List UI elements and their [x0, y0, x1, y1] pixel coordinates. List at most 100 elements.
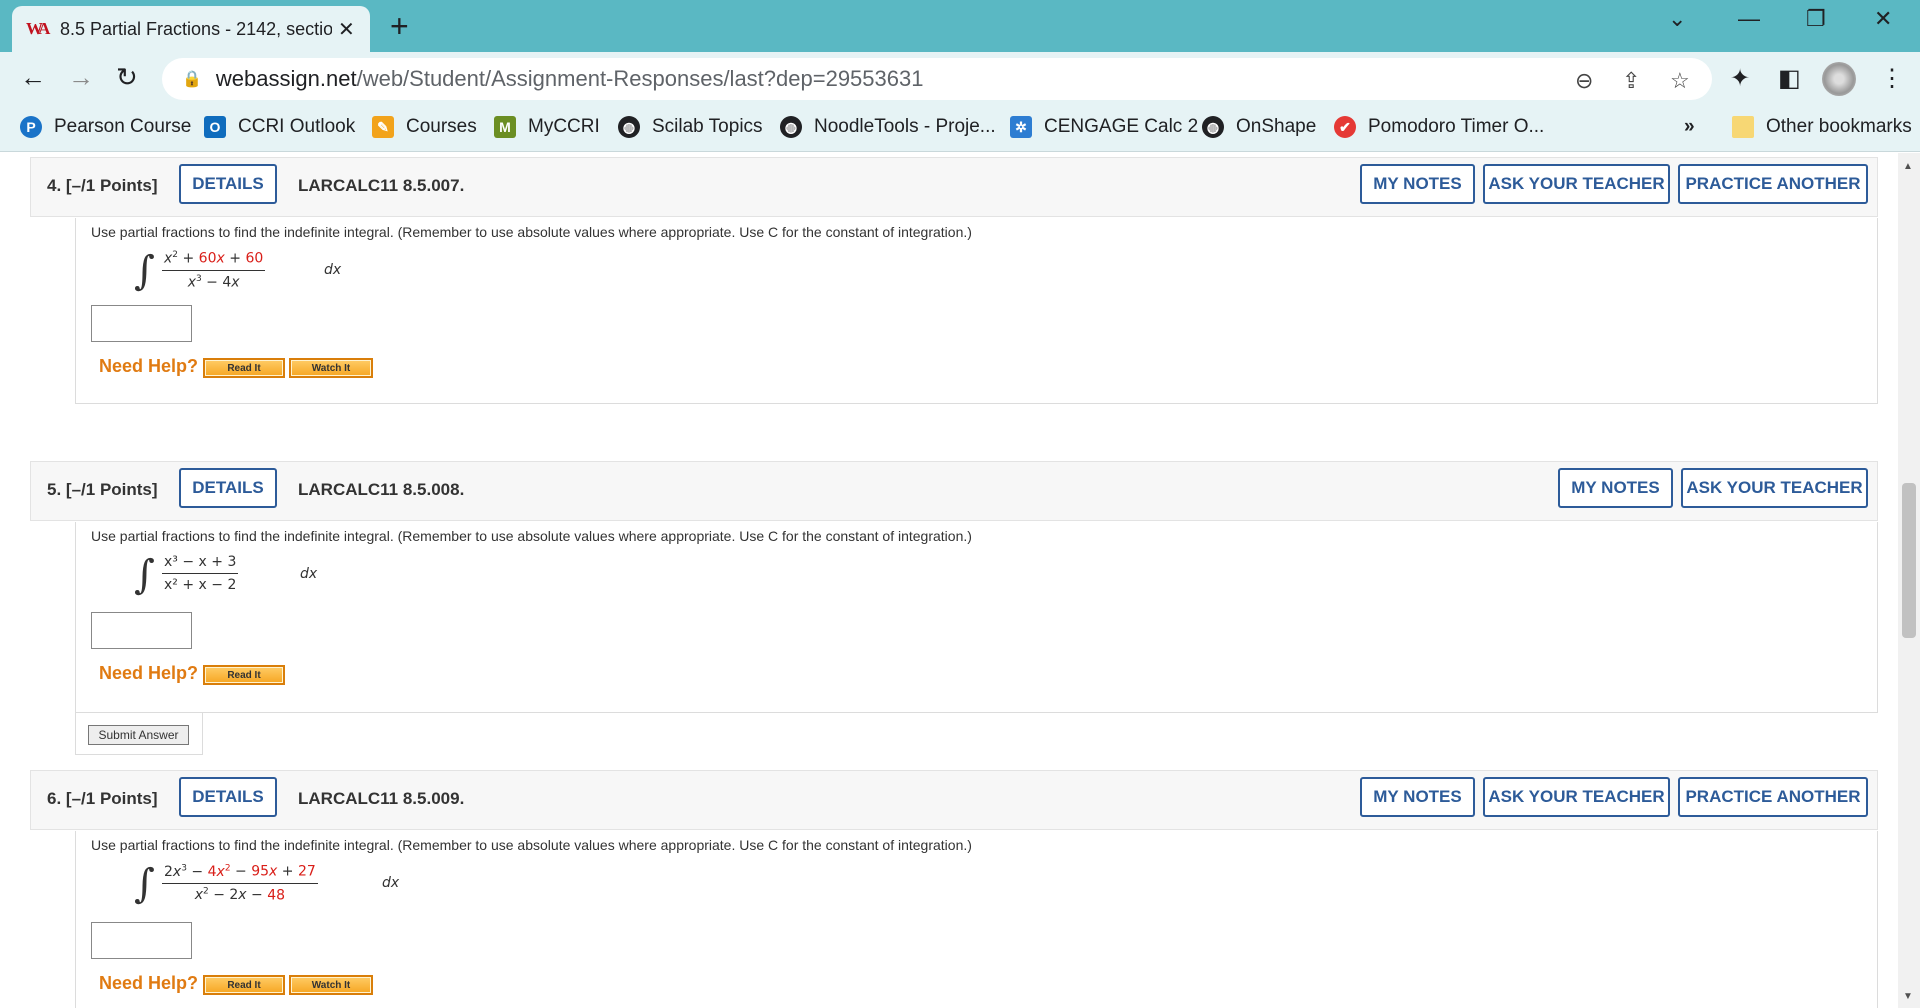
bookmark-item[interactable]: ◍ NoodleTools - Proje... — [780, 116, 996, 138]
browser-toolbar: ← → ↻ 🔒 webassign.net/web/Student/Assign… — [0, 52, 1920, 106]
my-notes-button[interactable]: MY NOTES — [1558, 468, 1673, 508]
other-bookmarks[interactable]: Other bookmarks — [1732, 116, 1912, 138]
submit-answer-button[interactable]: Submit Answer — [88, 725, 189, 745]
webassign-favicon-icon: WA — [26, 19, 50, 38]
question-number-points: 6. [–/1 Points] — [47, 789, 158, 808]
globe-icon: ◍ — [780, 116, 802, 138]
answer-input[interactable] — [91, 612, 192, 649]
myccri-icon: M — [494, 116, 516, 138]
details-button[interactable]: DETAILS — [179, 164, 277, 204]
reload-icon[interactable]: ↻ — [116, 62, 138, 93]
minimize-icon[interactable]: — — [1738, 6, 1760, 32]
question-header: 6. [–/1 Points] DETAILS LARCALC11 8.5.00… — [30, 770, 1878, 830]
bookmark-item[interactable]: O CCRI Outlook — [204, 116, 355, 138]
question-body: Use partial fractions to find the indefi… — [75, 831, 1878, 1008]
page-content: 4. [–/1 Points] DETAILS LARCALC11 8.5.00… — [0, 153, 1920, 1008]
back-arrow-icon[interactable]: ← — [20, 62, 46, 93]
numerator: x³ − x + 3 — [164, 554, 237, 570]
question-body: Use partial fractions to find the indefi… — [75, 218, 1878, 404]
cengage-icon: ✲ — [1010, 116, 1032, 138]
pomodoro-check-icon: ✔ — [1334, 116, 1356, 138]
share-icon[interactable]: ⇪ — [1622, 68, 1640, 94]
close-tab-icon[interactable]: ✕ — [338, 17, 355, 42]
tab-title: 8.5 Partial Fractions - 2142, sectio — [60, 18, 332, 39]
integral-sign-icon: ∫ — [134, 861, 155, 907]
fraction: x2 + 60x + 60 x3 − 4x — [162, 250, 266, 291]
browser-tab[interactable]: WA 8.5 Partial Fractions - 2142, sectio … — [12, 6, 370, 52]
ask-teacher-button[interactable]: ASK YOUR TEACHER — [1483, 777, 1670, 817]
scroll-down-arrow-icon[interactable]: ▼ — [1903, 991, 1913, 1002]
forward-arrow-icon[interactable]: → — [68, 62, 94, 93]
watch-it-button[interactable]: Watch It — [289, 975, 373, 995]
bookmark-item[interactable]: ✔ Pomodoro Timer O... — [1334, 116, 1544, 138]
question-header: 5. [–/1 Points] DETAILS LARCALC11 8.5.00… — [30, 461, 1878, 521]
globe-icon: ◍ — [618, 116, 640, 138]
need-help-label: Need Help? — [99, 973, 199, 993]
question-body: Use partial fractions to find the indefi… — [75, 522, 1878, 713]
question-number-points: 5. [–/1 Points] — [47, 480, 158, 499]
integral-sign-icon: ∫ — [134, 248, 155, 294]
bookmark-item[interactable]: ✎ Courses — [372, 116, 477, 138]
scrollbar-thumb[interactable] — [1902, 483, 1916, 638]
details-button[interactable]: DETAILS — [179, 468, 277, 508]
watch-it-button[interactable]: Watch It — [289, 358, 373, 378]
bookmark-item[interactable]: P Pearson Course — [20, 116, 191, 138]
practice-another-button[interactable]: PRACTICE ANOTHER — [1678, 777, 1868, 817]
question-prompt: Use partial fractions to find the indefi… — [91, 224, 972, 240]
outlook-icon: O — [204, 116, 226, 138]
dx-label: dx — [300, 566, 318, 582]
bookmarks-bar: P Pearson Course O CCRI Outlook ✎ Courses M… — [0, 106, 1920, 152]
tab-search-chevron-icon[interactable]: ⌄ — [1668, 6, 1686, 32]
bookmark-item[interactable]: ◍ Scilab Topics — [618, 116, 763, 138]
denominator: x3 − 4x — [187, 273, 240, 291]
pearson-icon: P — [20, 116, 42, 138]
ask-teacher-button[interactable]: ASK YOUR TEACHER — [1483, 164, 1670, 204]
courses-icon: ✎ — [372, 116, 394, 138]
read-it-button[interactable]: Read It — [203, 358, 285, 378]
practice-another-button[interactable]: PRACTICE ANOTHER — [1678, 164, 1868, 204]
bookmarks-overflow-icon[interactable]: » — [1684, 116, 1695, 138]
dx-label: dx — [382, 875, 400, 891]
browser-titlebar: WA 8.5 Partial Fractions - 2142, sectio … — [0, 0, 1920, 52]
url-text: webassign.net/web/Student/Assignment-Res… — [215, 66, 924, 91]
read-it-button[interactable]: Read It — [203, 975, 285, 995]
folder-icon — [1732, 116, 1754, 138]
denominator: x² + x − 2 — [164, 577, 237, 593]
scroll-up-arrow-icon[interactable]: ▲ — [1903, 161, 1913, 172]
question-code: LARCALC11 8.5.009. — [298, 789, 465, 808]
browser-menu-icon[interactable]: ⋮ — [1880, 64, 1904, 93]
page-scrollbar[interactable]: ▲ ▼ — [1898, 153, 1920, 1008]
question-code: LARCALC11 8.5.007. — [298, 176, 465, 195]
question-prompt: Use partial fractions to find the indefi… — [91, 837, 972, 853]
side-panel-icon[interactable]: ◧ — [1778, 64, 1801, 93]
bookmark-star-icon[interactable]: ☆ — [1670, 68, 1690, 94]
need-help-label: Need Help? — [99, 356, 199, 376]
new-tab-icon[interactable]: + — [390, 8, 409, 45]
fraction: 2x3 − 4x2 − 95x + 27 x2 − 2x − 48 — [162, 863, 318, 903]
question-prompt: Use partial fractions to find the indefi… — [91, 528, 972, 544]
read-it-button[interactable]: Read It — [203, 665, 285, 685]
address-bar[interactable]: 🔒 webassign.net/web/Student/Assignment-R… — [162, 58, 1712, 100]
answer-input[interactable] — [91, 922, 192, 959]
globe-icon: ◍ — [1202, 116, 1224, 138]
profile-avatar[interactable] — [1822, 62, 1856, 96]
lock-icon: 🔒 — [182, 71, 202, 88]
restore-icon[interactable]: ❐ — [1806, 6, 1826, 32]
close-window-icon[interactable]: ✕ — [1874, 6, 1892, 32]
extensions-puzzle-icon[interactable]: ✦ — [1730, 64, 1750, 93]
details-button[interactable]: DETAILS — [179, 777, 277, 817]
integral-sign-icon: ∫ — [134, 552, 155, 598]
bookmark-item[interactable]: ✲ CENGAGE Calc 2 — [1010, 116, 1198, 138]
zoom-icon[interactable]: ⊖ — [1575, 68, 1593, 94]
numerator: 2x3 − 4x2 − 95x + 27 — [164, 863, 316, 880]
fraction: x³ − x + 3 x² + x − 2 — [162, 554, 239, 593]
question-number-points: 4. [–/1 Points] — [47, 176, 158, 195]
my-notes-button[interactable]: MY NOTES — [1360, 777, 1475, 817]
question-code: LARCALC11 8.5.008. — [298, 480, 465, 499]
bookmark-item[interactable]: M MyCCRI — [494, 116, 600, 138]
need-help-label: Need Help? — [99, 663, 199, 683]
answer-input[interactable] — [91, 305, 192, 342]
my-notes-button[interactable]: MY NOTES — [1360, 164, 1475, 204]
bookmark-item[interactable]: ◍ OnShape — [1202, 116, 1316, 138]
ask-teacher-button[interactable]: ASK YOUR TEACHER — [1681, 468, 1868, 508]
